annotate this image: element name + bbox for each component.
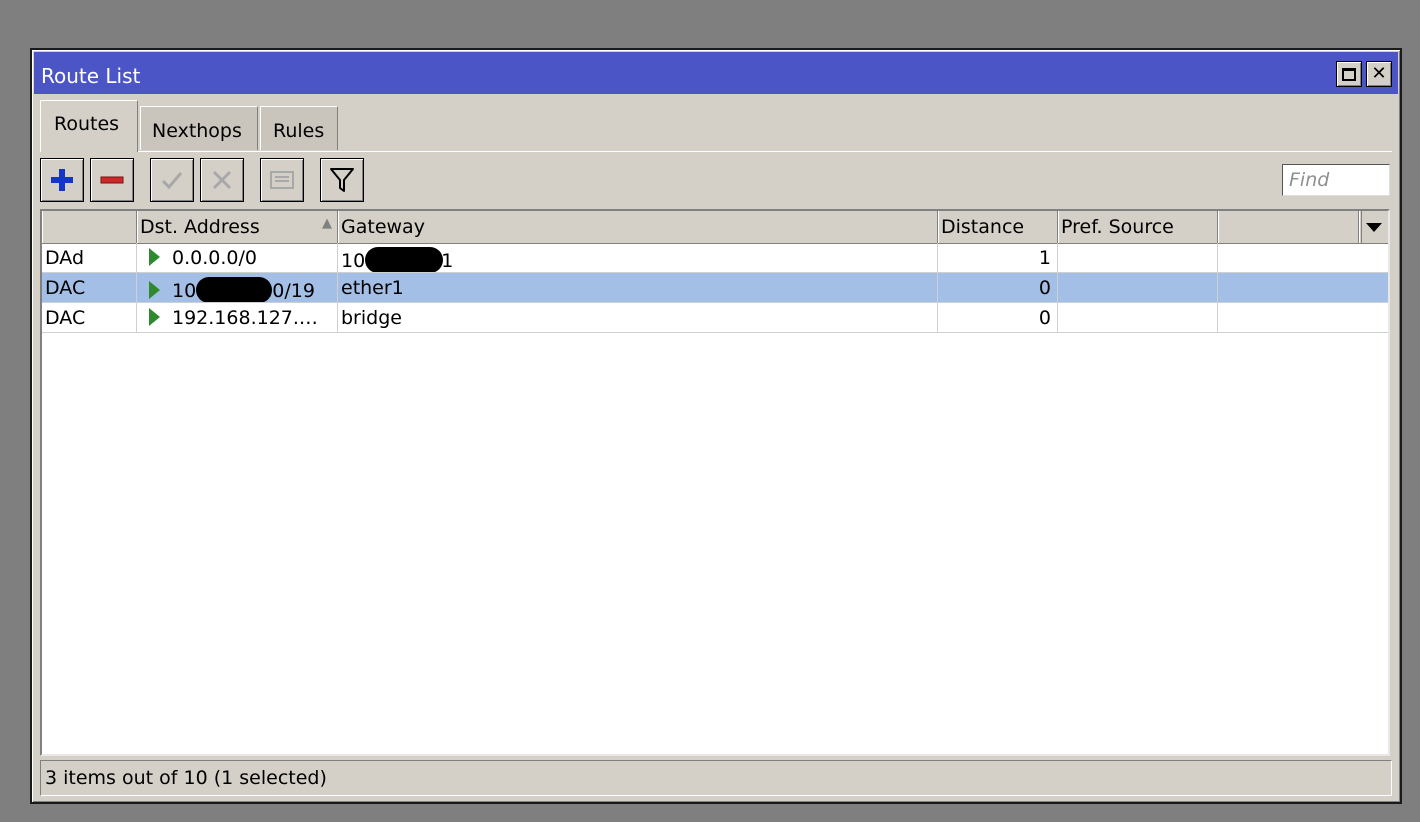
column-header-dst-address[interactable]: Dst. Address ▲ [137, 211, 338, 243]
active-route-icon [149, 281, 160, 299]
add-button[interactable] [40, 158, 84, 202]
gateway-text-suffix: 1 [441, 250, 454, 272]
redaction-mark [196, 277, 273, 302]
filter-button[interactable] [320, 158, 364, 202]
gateway-cell: bridge [338, 303, 938, 332]
status-bar: 3 items out of 10 (1 selected) [40, 760, 1392, 796]
extra-cell [1218, 273, 1388, 302]
plus-icon [51, 169, 73, 191]
column-label: Pref. Source [1061, 216, 1174, 238]
pref-source-cell [1058, 303, 1218, 332]
sort-ascending-icon: ▲ [322, 216, 332, 231]
remove-button[interactable] [90, 158, 134, 202]
flags-cell: DAC [42, 273, 137, 302]
flags-cell: DAd [42, 243, 137, 272]
column-header-pref-source[interactable]: Pref. Source [1058, 211, 1218, 243]
tab-nexthops[interactable]: Nexthops [140, 106, 258, 150]
x-icon [212, 170, 232, 190]
column-header-gateway[interactable]: Gateway [338, 211, 938, 243]
window-title: Route List [41, 64, 141, 88]
distance-cell: 0 [938, 303, 1058, 332]
find-input[interactable] [1282, 164, 1390, 196]
tab-rules[interactable]: Rules [260, 106, 338, 150]
pref-source-cell [1058, 273, 1218, 302]
tab-divider [40, 151, 1392, 152]
distance-cell: 1 [938, 243, 1058, 272]
maximize-button[interactable] [1336, 61, 1362, 87]
dst-address-text-suffix: .0/19 [266, 280, 315, 302]
close-button[interactable]: ✕ [1366, 61, 1392, 87]
dst-address-cell: 0.0.0.0/0 [137, 243, 338, 272]
column-label: Distance [941, 216, 1025, 238]
check-icon [161, 172, 183, 190]
tab-routes[interactable]: Routes [40, 100, 138, 152]
dst-address-text: 192.168.127.… [172, 307, 318, 329]
toolbar [40, 158, 1392, 204]
table-row[interactable]: DAd 0.0.0.0/0 10. 1 1 [42, 243, 1388, 273]
redaction-mark [365, 247, 444, 272]
close-icon: ✕ [1371, 63, 1387, 84]
table-row-selected[interactable]: DAC 10. .0/19 ether1 0 [42, 273, 1388, 303]
distance-cell: 0 [938, 273, 1058, 302]
extra-cell [1218, 243, 1388, 272]
active-route-icon [149, 308, 160, 326]
column-label: Dst. Address [140, 216, 260, 238]
column-label: Gateway [341, 216, 425, 238]
pref-source-cell [1058, 243, 1218, 272]
flags-cell: DAC [42, 303, 137, 332]
disable-button[interactable] [200, 158, 244, 202]
table-row[interactable]: DAC 192.168.127.… bridge 0 [42, 303, 1388, 333]
column-header-flags[interactable] [42, 211, 137, 243]
enable-button[interactable] [150, 158, 194, 202]
gateway-cell: ether1 [338, 273, 938, 302]
maximize-icon [1342, 67, 1356, 81]
route-table: Dst. Address ▲ Gateway Distance Pref. So… [40, 209, 1390, 756]
gateway-cell: 10. 1 [338, 243, 938, 272]
chevron-down-icon [1365, 222, 1382, 232]
column-header-extra[interactable] [1218, 211, 1362, 243]
dst-address-text: 0.0.0.0/0 [172, 247, 257, 269]
table-header: Dst. Address ▲ Gateway Distance Pref. So… [42, 211, 1388, 244]
comment-icon [270, 171, 294, 189]
column-menu-button[interactable] [1358, 211, 1388, 243]
dst-address-cell: 192.168.127.… [137, 303, 338, 332]
active-route-icon [149, 248, 160, 266]
title-bar[interactable]: Route List ✕ [34, 52, 1398, 94]
status-text: 3 items out of 10 (1 selected) [45, 767, 327, 789]
extra-cell [1218, 303, 1388, 332]
filter-icon [330, 168, 354, 192]
column-header-distance[interactable]: Distance [938, 211, 1058, 243]
dst-address-cell: 10. .0/19 [137, 273, 338, 302]
minus-icon [100, 176, 124, 184]
comment-button[interactable] [260, 158, 304, 202]
route-list-window: Route List ✕ Routes Nexthops Rules Find … [30, 48, 1402, 804]
